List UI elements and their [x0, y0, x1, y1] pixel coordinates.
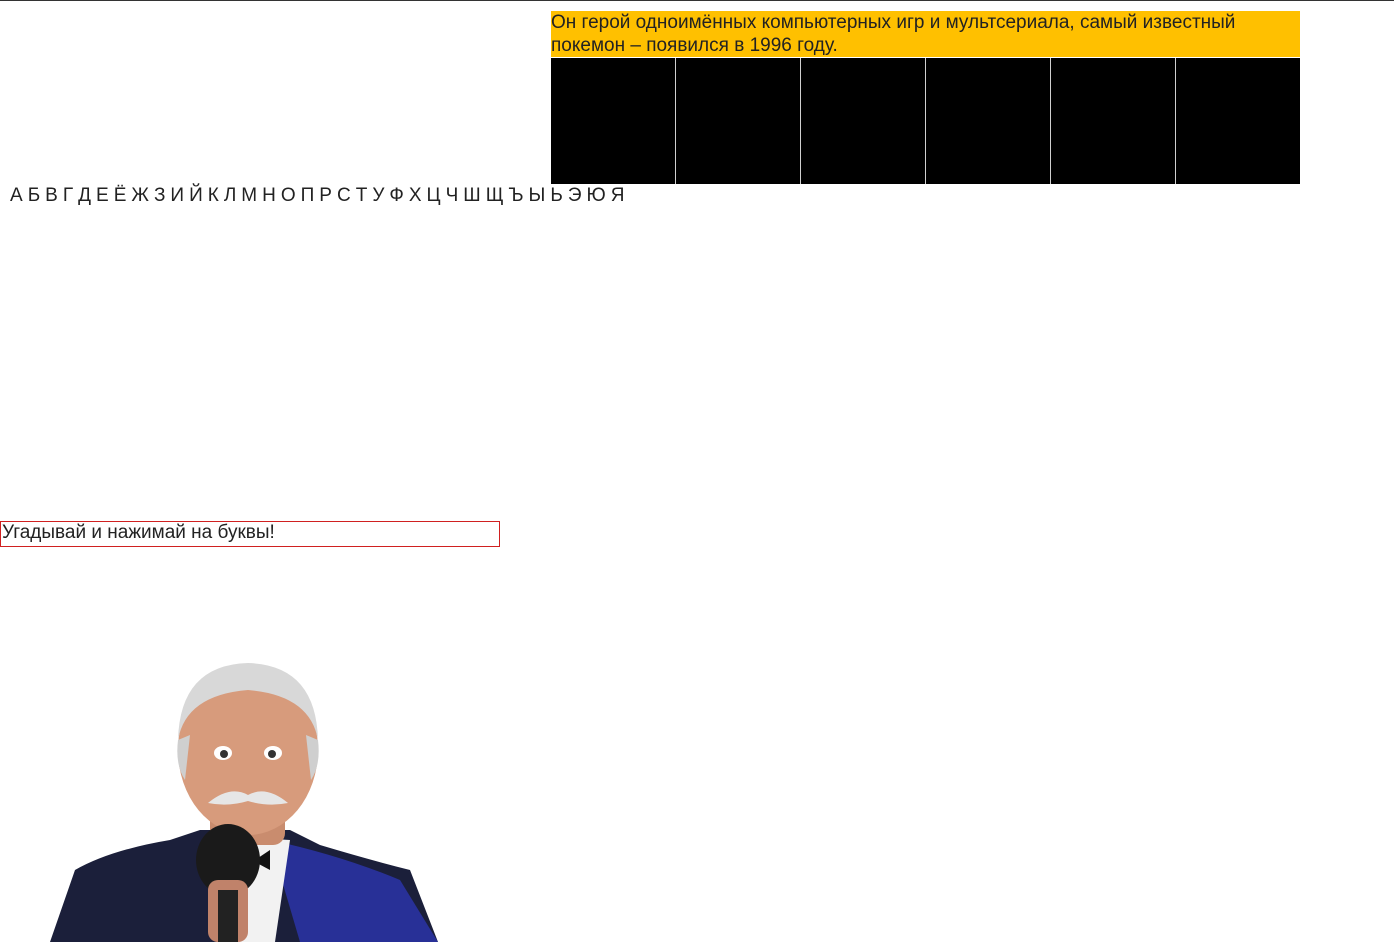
letter-button[interactable]: Т	[356, 184, 368, 208]
letter-button[interactable]: Ё	[114, 184, 127, 208]
letter-button[interactable]: Ч	[446, 184, 459, 208]
word-cell	[1051, 58, 1176, 184]
word-cells	[551, 58, 1301, 184]
letter-button[interactable]: З	[154, 184, 165, 208]
letter-button[interactable]: Ф	[389, 184, 403, 208]
letter-button[interactable]: Е	[96, 184, 109, 208]
letter-button[interactable]: Ж	[131, 184, 149, 208]
letter-button[interactable]: В	[45, 184, 58, 208]
letter-button[interactable]: У	[372, 184, 384, 208]
letter-button[interactable]: Н	[262, 184, 276, 208]
letter-button[interactable]: Х	[409, 184, 422, 208]
top-rule	[0, 0, 1394, 1]
letter-button[interactable]: Ю	[587, 184, 606, 208]
letter-button[interactable]: Й	[189, 184, 203, 208]
letter-button[interactable]: С	[337, 184, 351, 208]
letter-button[interactable]: Ц	[427, 184, 441, 208]
letter-button[interactable]: Л	[224, 184, 236, 208]
word-cell	[1176, 58, 1300, 184]
word-cell	[926, 58, 1051, 184]
letter-button[interactable]: Ь	[550, 184, 562, 208]
letter-button[interactable]: Б	[28, 184, 40, 208]
letter-button[interactable]: О	[281, 184, 296, 208]
letter-button[interactable]: Г	[63, 184, 73, 208]
word-cell	[801, 58, 926, 184]
word-cell	[676, 58, 801, 184]
status-message: Угадывай и нажимай на буквы!	[0, 521, 500, 547]
alphabet-keyboard: АБВГДЕЁЖЗИЙКЛМНОПРСТУФХЦЧШЩЪЫЬЭЮЯ	[10, 184, 629, 208]
host-photo	[50, 663, 438, 942]
letter-button[interactable]: Р	[319, 184, 332, 208]
word-cell	[551, 58, 676, 184]
letter-button[interactable]: Э	[568, 184, 582, 208]
letter-button[interactable]: Ъ	[509, 184, 524, 208]
letter-button[interactable]: М	[241, 184, 257, 208]
letter-button[interactable]: Щ	[486, 184, 504, 208]
letter-button[interactable]: И	[170, 184, 184, 208]
letter-button[interactable]: Д	[78, 184, 91, 208]
letter-button[interactable]: Ы	[529, 184, 546, 208]
letter-button[interactable]: П	[301, 184, 315, 208]
letter-button[interactable]: А	[10, 184, 23, 208]
question-text: Он герой одноимённых компьютерных игр и …	[551, 11, 1300, 57]
letter-button[interactable]: Ш	[463, 184, 480, 208]
letter-button[interactable]: К	[208, 184, 219, 208]
letter-button[interactable]: Я	[611, 184, 625, 208]
